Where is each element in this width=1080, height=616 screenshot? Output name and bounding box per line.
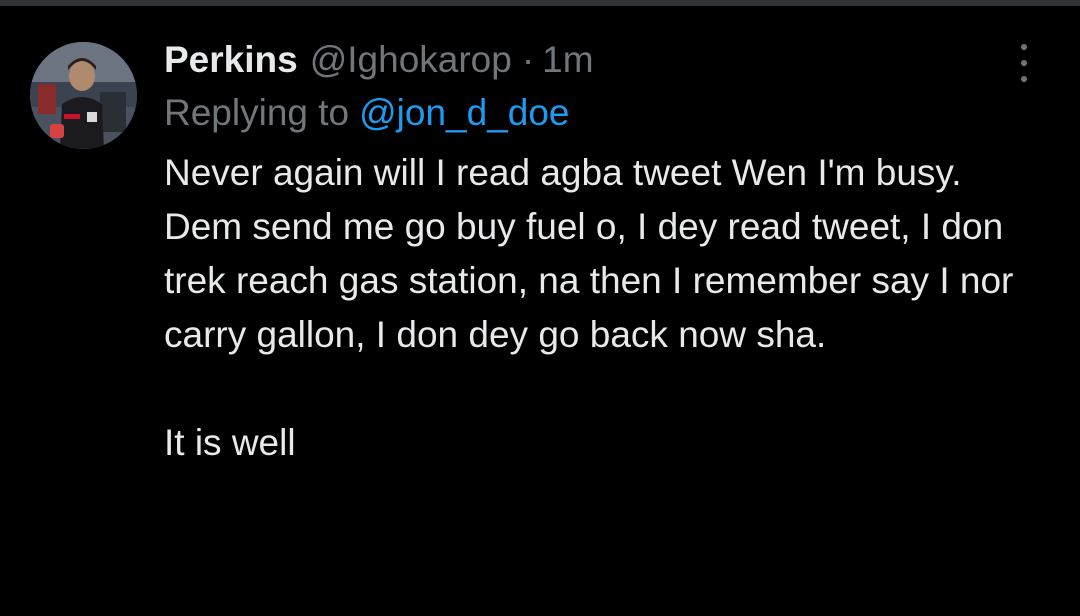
avatar[interactable]	[30, 42, 137, 149]
replying-to-user-link[interactable]: @jon_d_doe	[359, 92, 569, 133]
tweet-reply[interactable]: Perkins @Ighokarop · 1m Replying to @jon_…	[0, 6, 1080, 616]
tweet-content: Perkins @Ighokarop · 1m Replying to @jon_…	[164, 36, 1034, 470]
author-handle[interactable]: @Ighokarop	[310, 36, 512, 84]
tweet-text-line: Never again will I read agba tweet Wen I…	[164, 152, 962, 193]
replying-to-label: Replying to	[164, 92, 350, 133]
timestamp[interactable]: 1m	[542, 36, 593, 84]
replying-to: Replying to @jon_d_doe	[164, 88, 1034, 138]
tweet-text-line: Dem send me go buy fuel o, I dey read tw…	[164, 206, 1014, 355]
tweet-text: Never again will I read agba tweet Wen I…	[164, 146, 1044, 470]
author-name[interactable]: Perkins	[164, 36, 298, 84]
separator-dot: ·	[521, 39, 535, 80]
more-dot	[1021, 44, 1027, 50]
more-options-icon[interactable]	[1012, 44, 1036, 82]
tweet-text-closing: It is well	[164, 422, 296, 463]
avatar-photo	[30, 42, 137, 149]
more-dot	[1021, 60, 1027, 66]
tweet-header: Perkins @Ighokarop · 1m	[164, 36, 1034, 84]
more-dot	[1021, 76, 1027, 82]
